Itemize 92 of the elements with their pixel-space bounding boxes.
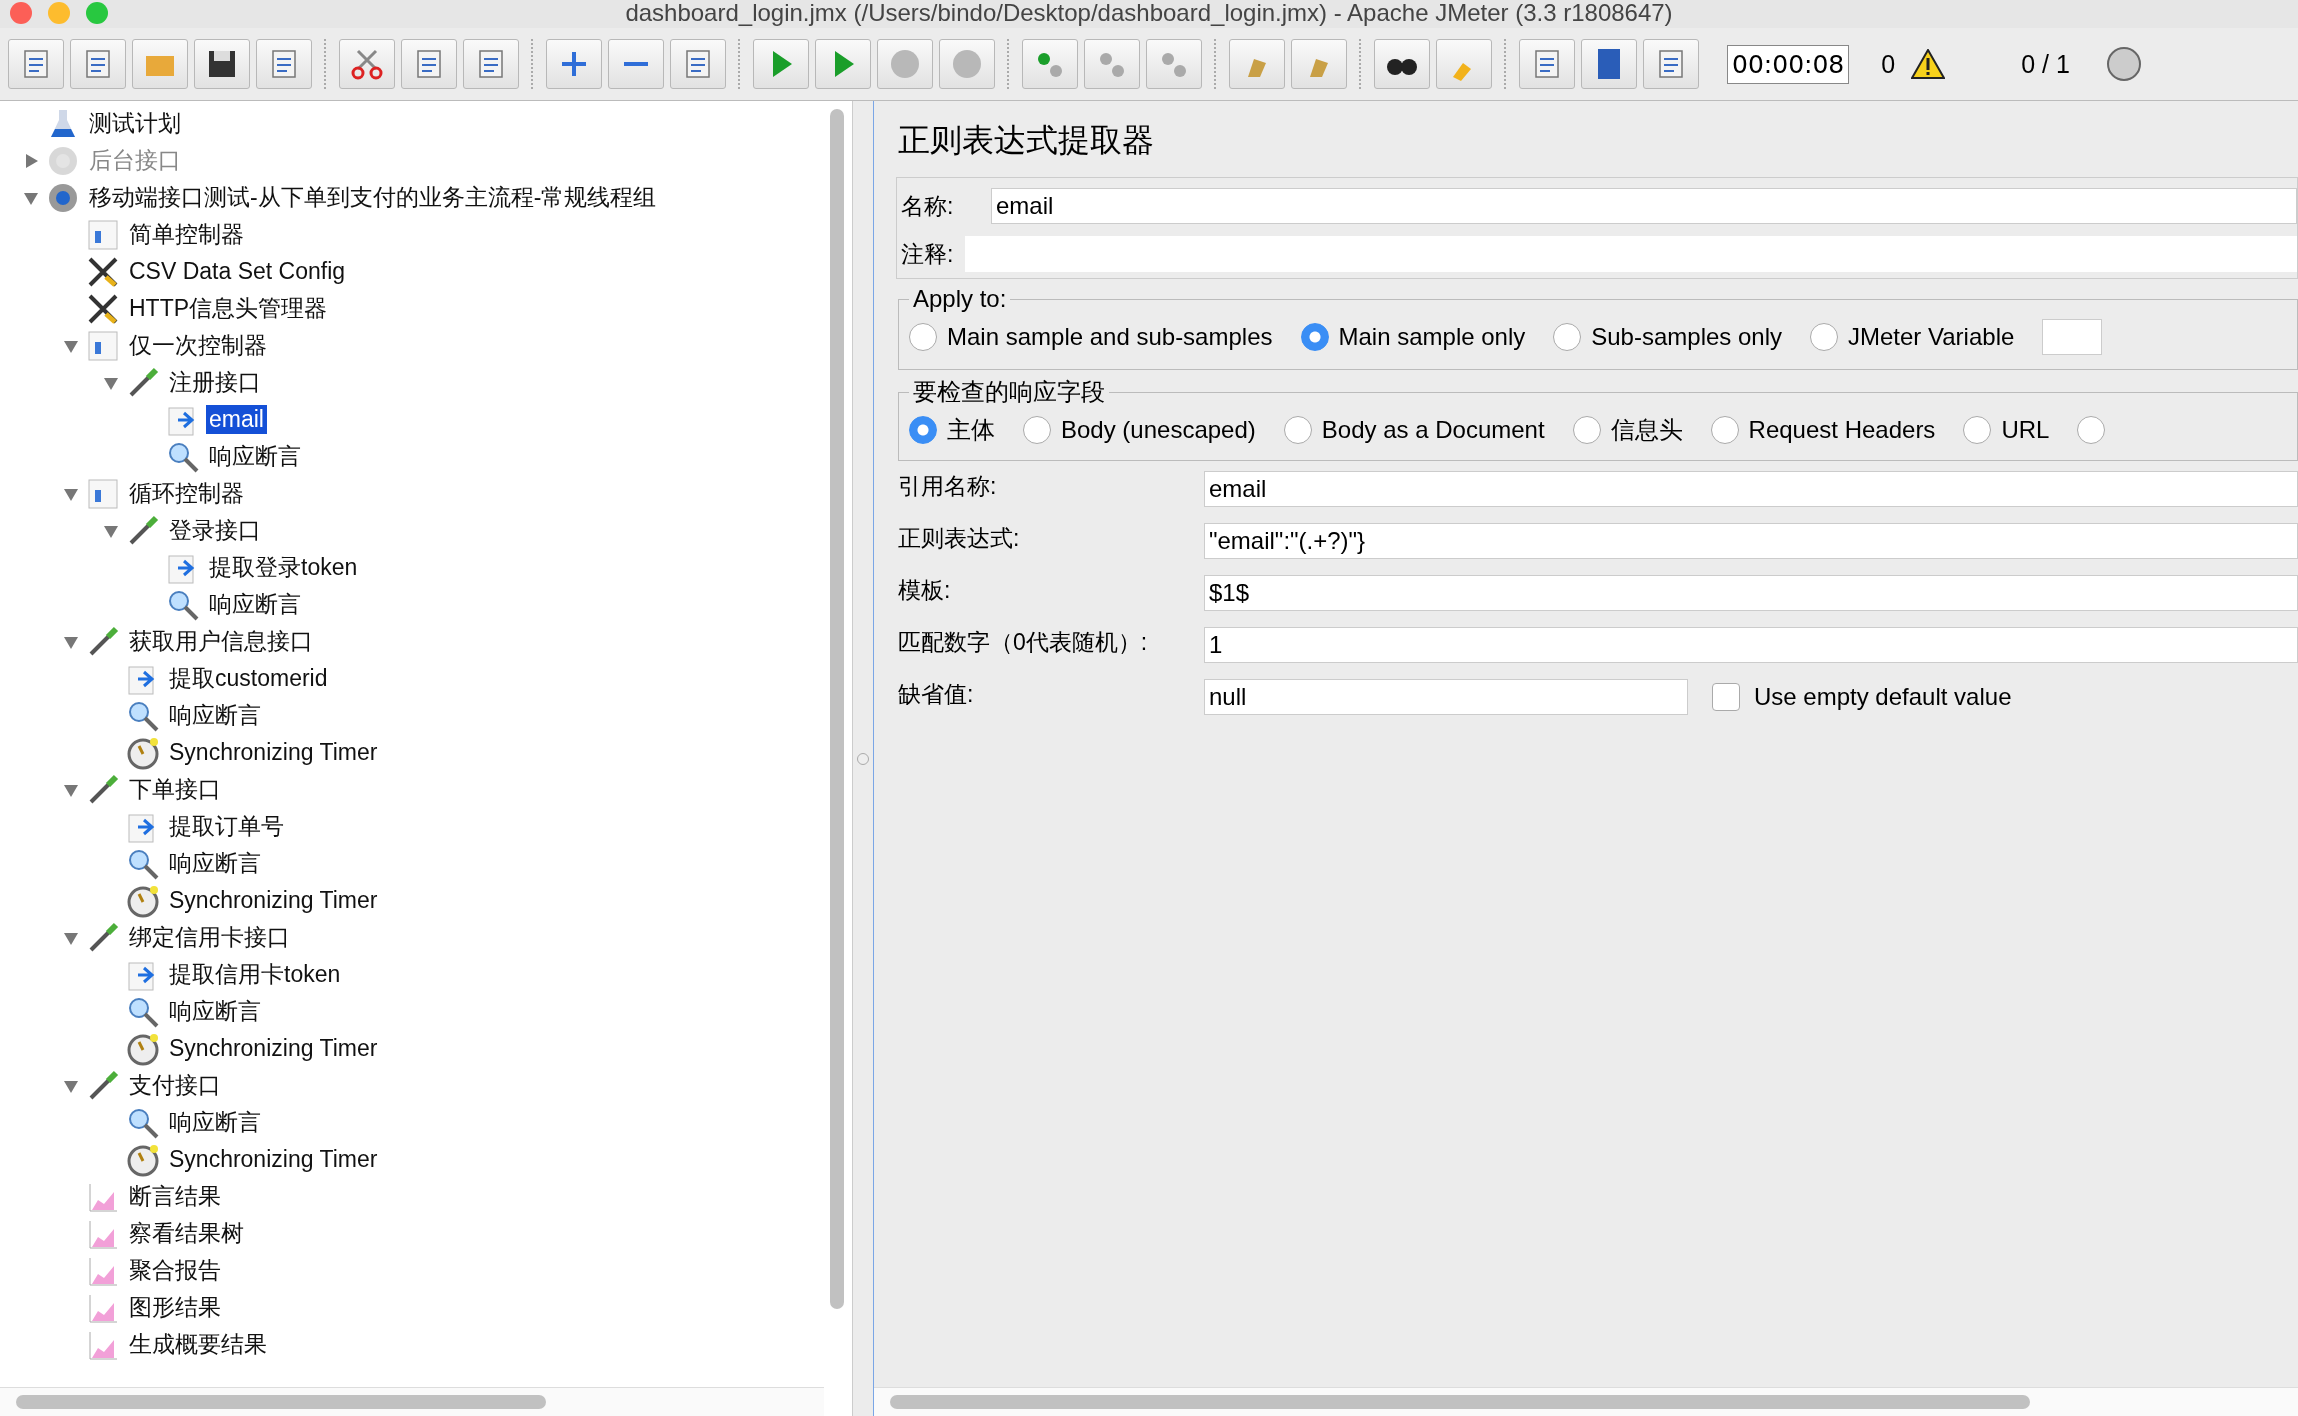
radio-button[interactable] xyxy=(2077,416,2106,444)
radio-label: URL xyxy=(2001,416,2050,444)
field-label: 匹配数字（0代表随机）: xyxy=(898,628,1149,657)
tree-item[interactable]: 聚合报告 xyxy=(126,1254,224,1287)
text-field[interactable]: 1 xyxy=(1204,627,2298,663)
tree-item[interactable]: 测试计划 xyxy=(86,107,184,140)
collapse-icon[interactable] xyxy=(608,39,664,89)
close-button[interactable] xyxy=(10,2,32,24)
group-title: Apply to: xyxy=(912,285,1008,313)
tree-item[interactable]: 提取customerid xyxy=(166,662,331,695)
window-title: dashboard_login.jmx (/Users/bindo/Desktop/dashboard_login.jmx) - Apache JMeter (3.3 r1808647) xyxy=(625,0,1673,27)
tree-item[interactable]: Synchronizing Timer xyxy=(166,1145,381,1174)
tree-item[interactable]: 仅一次控制器 xyxy=(126,329,270,362)
comment-field[interactable] xyxy=(965,236,2297,272)
field-label: 引用名称: xyxy=(898,472,998,501)
radio-label: JMeter Variable xyxy=(1848,323,2015,351)
text-field[interactable]: "email":"(.+?)"} xyxy=(1204,523,2298,559)
radio-label: Main sample and sub-samples xyxy=(947,323,1273,351)
zoom-button[interactable] xyxy=(86,2,108,24)
tree-item[interactable]: CSV Data Set Config xyxy=(126,257,349,286)
tree-item[interactable]: 提取订单号 xyxy=(166,810,287,843)
tree-item[interactable]: 提取信用卡token xyxy=(166,958,344,991)
tree-item[interactable]: 支付接口 xyxy=(126,1069,224,1102)
tree-item[interactable]: 断言结果 xyxy=(126,1180,224,1213)
radio-label: Main sample only xyxy=(1338,323,1526,351)
default-value-field[interactable]: null xyxy=(1204,679,1688,715)
radio-button[interactable] xyxy=(1572,416,1601,444)
radio-button[interactable] xyxy=(1283,416,1312,444)
tree-item[interactable]: 注册接口 xyxy=(166,366,264,399)
tree-item[interactable]: 响应断言 xyxy=(166,847,264,880)
tree-item[interactable]: 获取用户信息接口 xyxy=(126,625,316,658)
tree-item[interactable]: 绑定信用卡接口 xyxy=(126,921,293,954)
checkbox[interactable] xyxy=(1712,683,1740,711)
radio-button[interactable] xyxy=(1963,416,1992,444)
thread-count: 0 / 1 xyxy=(2021,49,2070,79)
radio-label: Request Headers xyxy=(1748,416,1936,444)
tree-item[interactable]: 响应断言 xyxy=(166,995,264,1028)
warning-icon[interactable] xyxy=(1911,49,1946,79)
field-label: 模板: xyxy=(898,576,952,605)
save-icon[interactable] xyxy=(194,39,250,89)
tree-item[interactable]: 响应断言 xyxy=(206,440,304,473)
panel-title: 正则表达式提取器 xyxy=(898,121,1155,160)
tree-item[interactable]: Synchronizing Timer xyxy=(166,738,381,767)
radio-button[interactable] xyxy=(1710,416,1739,444)
tree-item[interactable]: HTTP信息头管理器 xyxy=(126,292,331,325)
tree-item[interactable]: 生成概要结果 xyxy=(126,1328,270,1361)
radio-label: Sub-samples only xyxy=(1591,323,1782,351)
radio-button[interactable] xyxy=(1023,416,1051,444)
tree-item[interactable]: 提取登录token xyxy=(206,551,361,584)
splitter-handle[interactable] xyxy=(857,752,869,765)
radio-label: Body (unescaped) xyxy=(1061,416,1256,444)
radio-button[interactable] xyxy=(909,323,937,351)
radio-label: 主体 xyxy=(947,415,995,445)
group-title: 要检查的响应字段 xyxy=(912,377,1106,407)
horizontal-scrollbar[interactable] xyxy=(890,1395,2030,1409)
radio-label: 信息头 xyxy=(1610,415,1683,445)
tree-item[interactable]: 图形结果 xyxy=(126,1291,224,1324)
tree-item[interactable]: Synchronizing Timer xyxy=(166,1034,381,1063)
tree-item[interactable]: 响应断言 xyxy=(166,699,264,732)
field-label: 正则表达式: xyxy=(898,524,1021,553)
start-icon[interactable] xyxy=(753,39,809,89)
radio-button[interactable] xyxy=(909,416,937,444)
field-label: 注释: xyxy=(901,239,955,269)
field-label: 名称: xyxy=(901,191,955,221)
tree-item[interactable]: 响应断言 xyxy=(166,1106,264,1139)
name-field[interactable]: email xyxy=(991,188,2297,224)
vertical-scrollbar[interactable] xyxy=(830,109,844,1309)
start-no-pause-icon[interactable] xyxy=(815,39,871,89)
tree-item[interactable]: email xyxy=(206,405,267,434)
radio-label: Body as a Document xyxy=(1321,416,1545,444)
tree-item[interactable]: 响应断言 xyxy=(206,588,304,621)
text-field[interactable]: $1$ xyxy=(1204,575,2298,611)
tree-item[interactable]: 下单接口 xyxy=(126,773,224,806)
tree-item[interactable]: 循环控制器 xyxy=(126,477,247,510)
text-field[interactable]: email xyxy=(1204,471,2298,507)
open-folder-icon[interactable] xyxy=(132,39,188,89)
tree-item[interactable]: 移动端接口测试-从下单到支付的业务主流程-常规线程组 xyxy=(86,181,660,214)
error-count: 0 xyxy=(1881,49,1896,79)
cut-icon[interactable] xyxy=(339,39,395,89)
tree-item[interactable]: 察看结果树 xyxy=(126,1217,247,1250)
horizontal-scrollbar[interactable] xyxy=(16,1395,546,1409)
tree-item[interactable]: 简单控制器 xyxy=(126,218,247,251)
elapsed-time: 00:00:08 xyxy=(1727,44,1850,84)
radio-button[interactable] xyxy=(1300,323,1329,351)
radio-button[interactable] xyxy=(1810,323,1838,351)
expand-icon[interactable] xyxy=(546,39,602,89)
tree-item[interactable]: 登录接口 xyxy=(166,514,264,547)
checkbox-label: Use empty default value xyxy=(1754,683,2012,711)
field-label: 缺省值: xyxy=(898,680,975,709)
radio-button[interactable] xyxy=(1553,323,1582,351)
tree-item[interactable]: Synchronizing Timer xyxy=(166,886,381,915)
variable-name-field[interactable] xyxy=(2042,319,2103,355)
